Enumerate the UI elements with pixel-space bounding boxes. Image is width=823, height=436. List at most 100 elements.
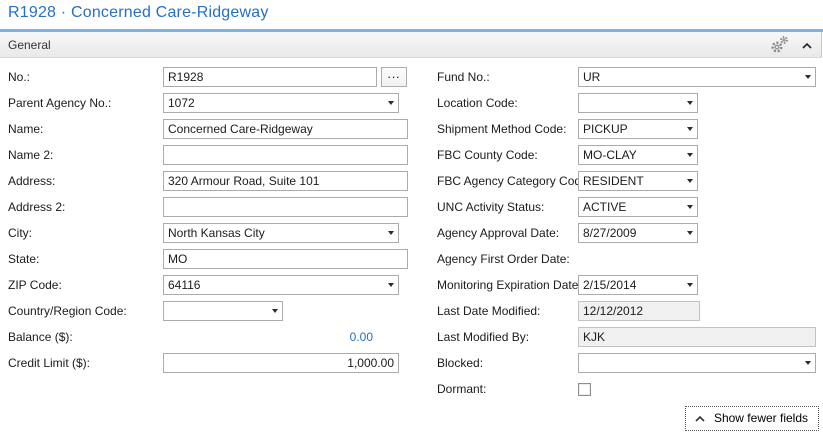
blocked-dropdown[interactable] — [578, 353, 816, 373]
country-region-code-label: Country/Region Code: — [8, 304, 127, 318]
monitoring-expiration-date-value: 2/15/2014 — [583, 278, 637, 292]
city-label: City: — [8, 226, 32, 240]
address2-label: Address 2: — [8, 200, 66, 214]
last-modified-by-value: KJK — [583, 330, 606, 344]
shipment-method-code-value: PICKUP — [583, 122, 628, 136]
agency-approval-date-dropdown[interactable]: 8/27/2009 — [578, 223, 698, 243]
name-input[interactable] — [163, 119, 408, 139]
field-row-country-region-code: Country/Region Code: — [8, 298, 410, 324]
field-row-last-date-modified: Last Date Modified: 12/12/2012 — [437, 298, 819, 324]
field-row-address2: Address 2: — [8, 194, 410, 220]
caret-down-icon — [805, 361, 811, 365]
show-fewer-fields-label: Show fewer fields — [713, 411, 808, 425]
address-input[interactable] — [163, 171, 408, 191]
form-column-right: Fund No.: UR Location Code: Shipment Met… — [437, 64, 819, 402]
caret-down-icon — [805, 75, 811, 79]
collapse-fasttab-button[interactable] — [800, 35, 814, 54]
field-row-agency-first-order-date: Agency First Order Date: — [437, 246, 819, 272]
city-value: North Kansas City — [168, 226, 265, 240]
fbc-county-code-value: MO-CLAY — [583, 148, 637, 162]
general-fasttab-label: General — [8, 37, 51, 52]
balance-value-link[interactable]: 0.00 — [163, 330, 373, 344]
no-lookup-button[interactable]: ... — [381, 67, 407, 87]
city-dropdown[interactable]: North Kansas City — [163, 223, 399, 243]
last-date-modified-label: Last Date Modified: — [437, 304, 541, 318]
chevron-up-icon — [802, 37, 812, 52]
field-row-address: Address: — [8, 168, 410, 194]
caret-down-icon — [388, 283, 394, 287]
chevron-up-icon — [695, 411, 705, 425]
credit-limit-input[interactable] — [163, 353, 399, 373]
field-row-agency-approval-date: Agency Approval Date: 8/27/2009 — [437, 220, 819, 246]
last-modified-by-readonly-field: KJK — [578, 327, 816, 347]
blocked-label: Blocked: — [437, 356, 484, 370]
caret-down-icon — [687, 127, 693, 131]
caret-down-icon — [687, 231, 693, 235]
shipment-method-code-dropdown[interactable]: PICKUP — [578, 119, 698, 139]
last-modified-by-label: Last Modified By: — [437, 330, 530, 344]
parent-agency-no-label: Parent Agency No.: — [8, 96, 112, 110]
fbc-agency-category-code-label: FBC Agency Category Code: — [437, 174, 592, 188]
fund-no-dropdown[interactable]: UR — [578, 67, 816, 87]
name2-input[interactable] — [163, 145, 408, 165]
zip-code-value: 64116 — [168, 278, 201, 292]
field-row-location-code: Location Code: — [437, 90, 819, 116]
field-row-shipment-method-code: Shipment Method Code: PICKUP — [437, 116, 819, 142]
credit-limit-label: Credit Limit ($): — [8, 356, 91, 370]
caret-down-icon — [687, 179, 693, 183]
field-row-state: State: — [8, 246, 410, 272]
unc-activity-status-dropdown[interactable]: ACTIVE — [578, 197, 698, 217]
name2-label: Name 2: — [8, 148, 54, 162]
caret-down-icon — [687, 205, 693, 209]
unc-activity-status-label: UNC Activity Status: — [437, 200, 545, 214]
field-row-unc-activity-status: UNC Activity Status: ACTIVE — [437, 194, 819, 220]
state-input[interactable] — [163, 249, 408, 269]
fbc-agency-category-code-dropdown[interactable]: RESIDENT — [578, 171, 698, 191]
field-row-city: City: North Kansas City — [8, 220, 410, 246]
caret-down-icon — [687, 101, 693, 105]
field-row-parent-agency-no: Parent Agency No.: 1072 — [8, 90, 410, 116]
zip-code-label: ZIP Code: — [8, 278, 62, 292]
field-row-monitoring-expiration-date: Monitoring Expiration Date: 2/15/2014 — [437, 272, 819, 298]
address2-input[interactable] — [163, 197, 408, 217]
last-date-modified-readonly-field: 12/12/2012 — [578, 301, 700, 321]
form-column-left: No.: ... Parent Agency No.: 1072 Name: N… — [8, 64, 410, 376]
field-row-fbc-county-code: FBC County Code: MO-CLAY — [437, 142, 819, 168]
monitoring-expiration-date-dropdown[interactable]: 2/15/2014 — [578, 275, 698, 295]
parent-agency-no-value: 1072 — [168, 96, 195, 110]
fasttab-header-icons — [769, 35, 821, 54]
field-row-dormant: Dormant: — [437, 376, 819, 402]
caret-down-icon — [272, 309, 278, 313]
fbc-county-code-label: FBC County Code: — [437, 148, 538, 162]
balance-label: Balance ($): — [8, 330, 73, 344]
agency-first-order-date-label: Agency First Order Date: — [437, 252, 570, 266]
zip-code-dropdown[interactable]: 64116 — [163, 275, 399, 295]
field-row-zip-code: ZIP Code: 64116 — [8, 272, 410, 298]
agency-approval-date-label: Agency Approval Date: — [437, 226, 560, 240]
shipment-method-code-label: Shipment Method Code: — [437, 122, 567, 136]
last-date-modified-value: 12/12/2012 — [583, 304, 644, 318]
caret-down-icon — [388, 231, 394, 235]
page-title: R1928 · Concerned Care-Ridgeway — [8, 4, 269, 21]
gears-icon[interactable] — [769, 35, 790, 54]
unc-activity-status-value: ACTIVE — [583, 200, 627, 214]
caret-down-icon — [687, 283, 693, 287]
field-row-fbc-agency-category-code: FBC Agency Category Code: RESIDENT — [437, 168, 819, 194]
fund-no-value: UR — [583, 70, 601, 84]
location-code-dropdown[interactable] — [578, 93, 698, 113]
dormant-checkbox[interactable] — [578, 382, 591, 396]
general-fasttab-header[interactable]: General — [0, 32, 822, 58]
parent-agency-no-dropdown[interactable]: 1072 — [163, 93, 399, 113]
show-fewer-fields-button[interactable]: Show fewer fields — [684, 406, 819, 431]
field-row-blocked: Blocked: — [437, 350, 819, 376]
fbc-county-code-dropdown[interactable]: MO-CLAY — [578, 145, 698, 165]
location-code-label: Location Code: — [437, 96, 518, 110]
no-input[interactable] — [163, 67, 377, 87]
field-row-name2: Name 2: — [8, 142, 410, 168]
country-region-code-dropdown[interactable] — [163, 301, 283, 321]
dormant-label: Dormant: — [437, 382, 487, 396]
field-row-fund-no: Fund No.: UR — [437, 64, 819, 90]
field-row-last-modified-by: Last Modified By: KJK — [437, 324, 819, 350]
caret-down-icon — [388, 101, 394, 105]
field-row-no: No.: ... — [8, 64, 410, 90]
